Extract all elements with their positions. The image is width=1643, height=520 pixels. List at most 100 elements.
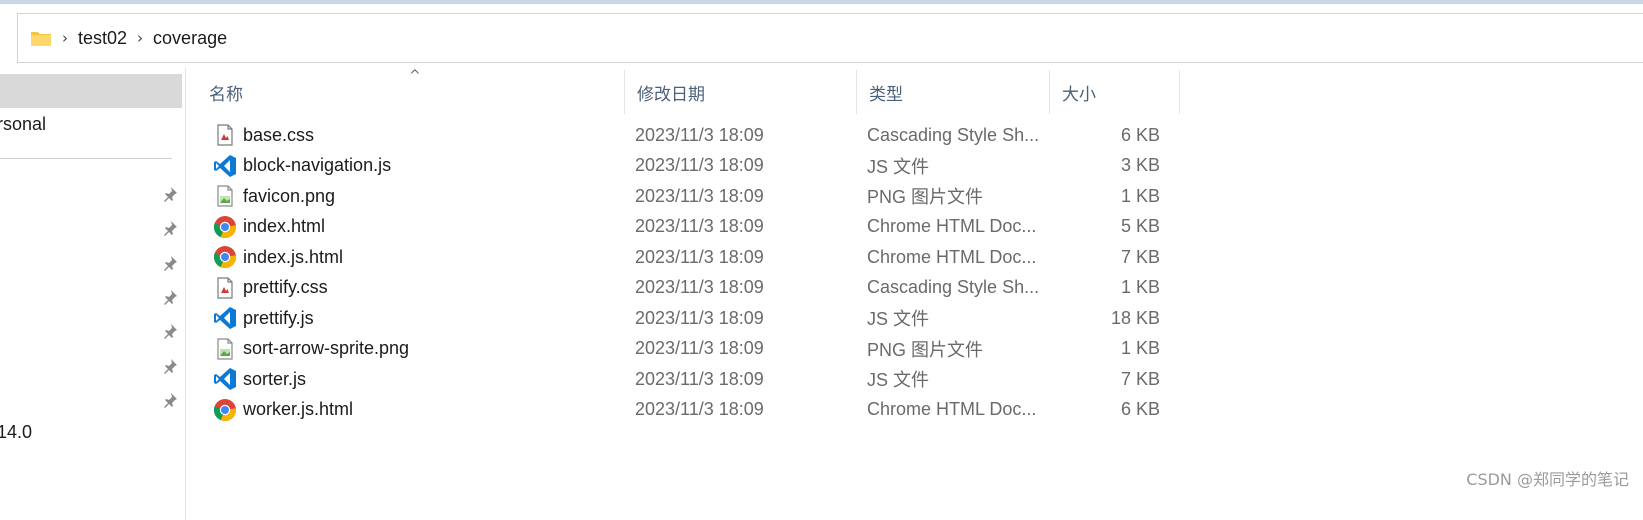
breadcrumb-separator: › [62,29,68,47]
file-date: 2023/11/3 18:09 [635,246,764,267]
vscode-js-icon [213,306,237,330]
file-date: 2023/11/3 18:09 [635,124,764,145]
column-header-row: 名称 ^ 修改日期 类型 大小 [197,68,1180,114]
file-size: 1 KB [1120,338,1160,359]
file-row[interactable]: base.css 2023/11/3 18:09 Cascading Style S… [197,120,1170,151]
file-name: prettify.css [243,277,328,298]
css-file-icon [213,123,237,147]
file-size: 1 KB [1120,185,1160,206]
file-name-cell: base.css [197,123,625,147]
file-type: Cascading Style Sh... [867,277,1040,298]
breadcrumb-separator: › [137,29,144,47]
file-name-cell: block-navigation.js [197,154,625,178]
breadcrumb-item-test02[interactable]: test02 [78,28,127,49]
file-size: 6 KB [1120,399,1160,420]
file-list: base.css 2023/11/3 18:09 Cascading Style S… [197,120,1170,425]
pin-icon[interactable] [162,186,178,202]
chrome-icon [213,245,237,269]
file-date: 2023/11/3 18:09 [635,399,764,420]
file-date: 2023/11/3 18:09 [635,216,764,237]
file-row[interactable]: block-navigation.js 2023/11/3 18:09 JS 文件 3… [197,151,1170,182]
file-date: 2023/11/3 18:09 [635,368,764,389]
file-row[interactable]: index.js.html 2023/11/3 18:09 Chrome HTML … [197,242,1170,273]
folder-icon [30,29,52,47]
column-header-size[interactable]: 大小 [1050,70,1180,114]
file-type: JS 文件 [867,156,930,177]
file-row[interactable]: prettify.css 2023/11/3 18:09 Cascading Sty… [197,273,1170,304]
file-type: Chrome HTML Doc... [867,399,1037,420]
file-type: Chrome HTML Doc... [867,246,1037,267]
file-type: Chrome HTML Doc... [867,216,1037,237]
column-header-name-label: 名称 [209,84,243,105]
file-name-cell: worker.js.html [197,398,625,422]
file-name-cell: prettify.js [197,306,625,330]
file-date: 2023/11/3 18:09 [635,185,764,206]
file-name-cell: favicon.png [197,184,625,208]
nav-item-version[interactable]: 14.0 [0,422,32,443]
pin-icon[interactable] [162,358,178,374]
file-type: Cascading Style Sh... [867,124,1040,145]
file-name: block-navigation.js [243,155,392,176]
file-size: 1 KB [1120,277,1160,298]
file-row[interactable]: prettify.js 2023/11/3 18:09 JS 文件 18 KB [197,303,1170,334]
navigation-pane: rsonal 14.0 [0,68,186,520]
file-size: 7 KB [1120,246,1160,267]
nav-item-personal[interactable]: rsonal [0,114,46,135]
pin-icon[interactable] [162,220,178,236]
file-size: 18 KB [1110,307,1160,328]
file-size: 3 KB [1120,155,1160,176]
file-type: PNG 图片文件 [867,187,984,208]
file-type: JS 文件 [867,309,930,330]
file-name: base.css [243,124,315,145]
pin-icon[interactable] [162,289,178,305]
file-name: index.html [243,216,326,237]
column-header-date[interactable]: 修改日期 [625,70,857,114]
address-bar[interactable]: › test02 › coverage [17,13,1643,63]
file-name-cell: index.js.html [197,245,625,269]
file-name: index.js.html [243,246,344,267]
column-header-date-label: 修改日期 [637,84,705,105]
file-name-cell: sort-arrow-sprite.png [197,337,625,361]
breadcrumb-item-coverage[interactable]: coverage [153,28,227,49]
file-row[interactable]: sorter.js 2023/11/3 18:09 JS 文件 7 KB [197,364,1170,395]
watermark: CSDN @郑同学的笔记 [1466,470,1629,489]
file-row[interactable]: sort-arrow-sprite.png 2023/11/3 18:09 PNG … [197,334,1170,365]
file-row[interactable]: favicon.png 2023/11/3 18:09 PNG 图片文件 1 KB [197,181,1170,212]
pin-icon[interactable] [162,392,178,408]
file-row[interactable]: worker.js.html 2023/11/3 18:09 Chrome HTML… [197,395,1170,426]
file-name: worker.js.html [243,399,354,420]
file-type: PNG 图片文件 [867,339,984,360]
file-name: favicon.png [243,185,336,206]
file-name: sort-arrow-sprite.png [243,338,410,359]
file-size: 7 KB [1120,368,1160,389]
file-date: 2023/11/3 18:09 [635,338,764,359]
file-size: 5 KB [1120,216,1160,237]
column-header-size-label: 大小 [1062,84,1096,105]
nav-divider [0,158,172,159]
chrome-icon [213,398,237,422]
vscode-js-icon [213,367,237,391]
png-file-icon [213,184,237,208]
column-header-type[interactable]: 类型 [857,70,1050,114]
png-file-icon [213,337,237,361]
column-header-type-label: 类型 [869,84,903,105]
file-name-cell: sorter.js [197,367,625,391]
css-file-icon [213,276,237,300]
file-date: 2023/11/3 18:09 [635,307,764,328]
file-name-cell: prettify.css [197,276,625,300]
file-type: JS 文件 [867,370,930,391]
pin-icon[interactable] [162,255,178,271]
nav-selected-item[interactable] [0,74,182,108]
file-date: 2023/11/3 18:09 [635,155,764,176]
vscode-js-icon [213,154,237,178]
window-top-border [0,0,1643,4]
file-name: sorter.js [243,368,307,389]
pin-icon[interactable] [162,323,178,339]
file-name: prettify.js [243,307,314,328]
sort-ascending-icon: ^ [409,68,421,84]
file-name-cell: index.html [197,215,625,239]
file-date: 2023/11/3 18:09 [635,277,764,298]
column-header-name[interactable]: 名称 ^ [197,68,625,114]
chrome-icon [213,215,237,239]
file-row[interactable]: index.html 2023/11/3 18:09 Chrome HTML Doc… [197,212,1170,243]
